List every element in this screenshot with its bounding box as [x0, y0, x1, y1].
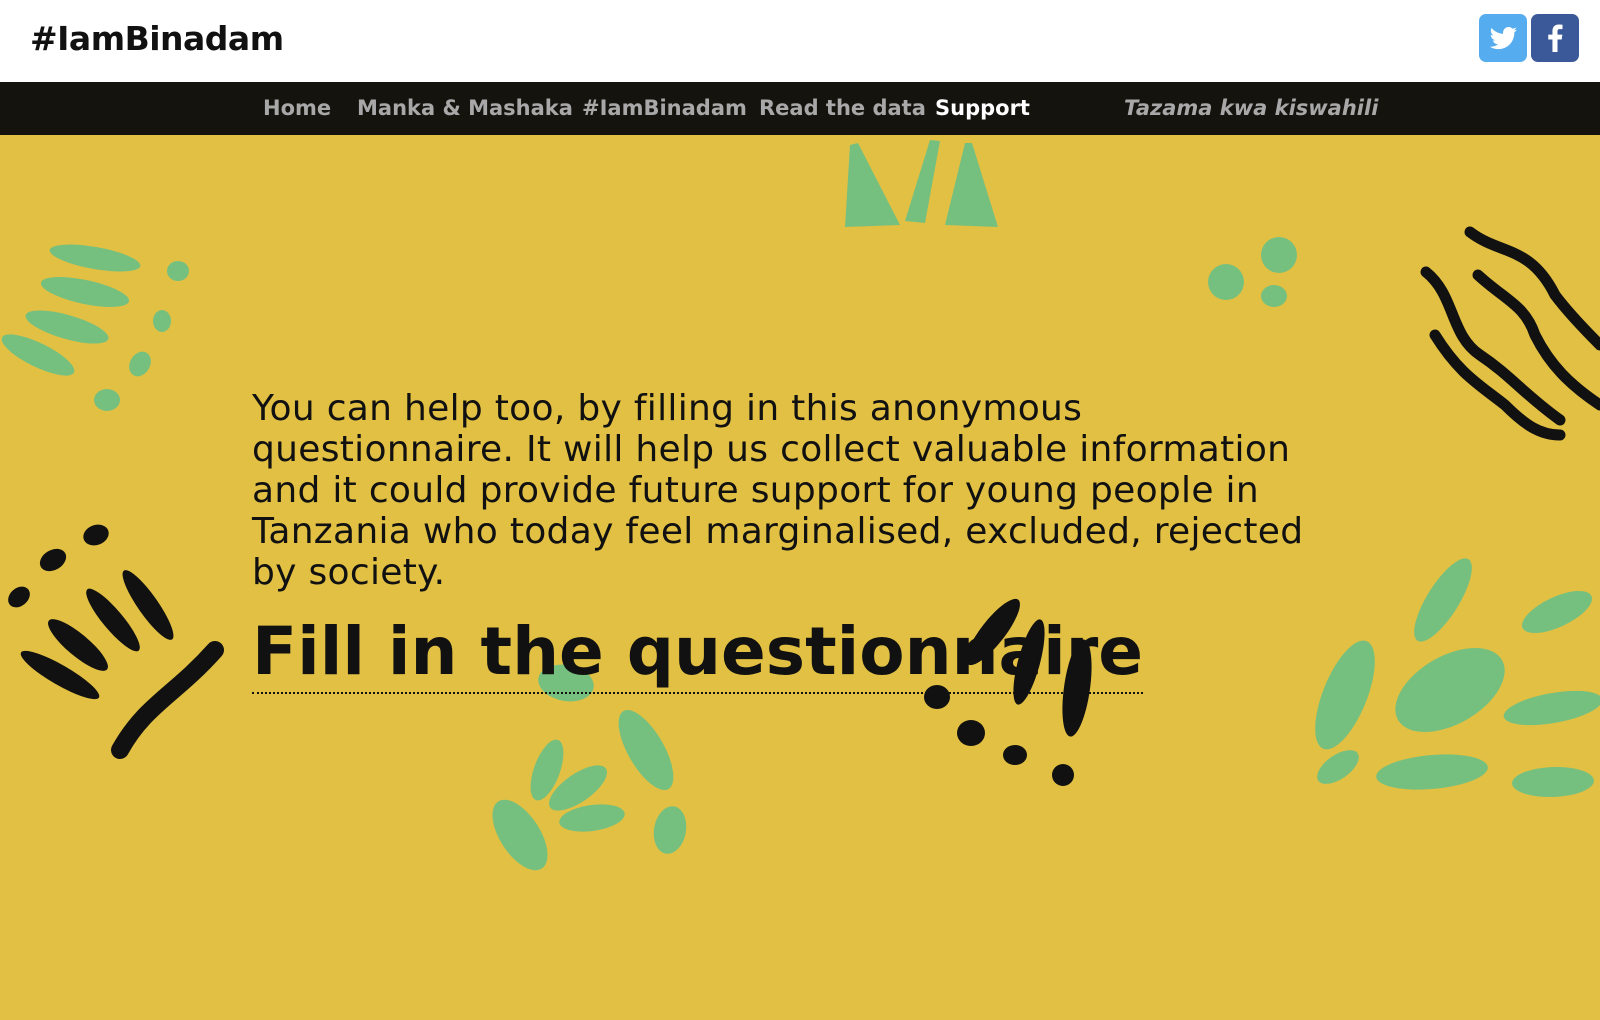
twitter-share-button[interactable] [1479, 14, 1527, 62]
nav-item-read-the-data[interactable]: Read the data [759, 82, 926, 135]
facebook-icon [1548, 24, 1563, 52]
nav-item-home[interactable]: Home [263, 82, 331, 135]
support-body-text: You can help too, by filling in this ano… [252, 388, 1304, 593]
top-header: #IamBinadam [0, 0, 1600, 82]
facebook-share-button[interactable] [1531, 14, 1579, 62]
support-hero: You can help too, by filling in this ano… [0, 135, 1600, 1020]
twitter-icon [1489, 26, 1518, 50]
nav-item-manka-mashaka[interactable]: Manka & Mashaka [357, 82, 573, 135]
nav-item-iambinadam[interactable]: #IamBinadam [582, 82, 747, 135]
main-navigation: Home Manka & Mashaka #IamBinadam Read th… [0, 82, 1600, 135]
site-logo[interactable]: #IamBinadam [30, 17, 284, 61]
language-switch-link[interactable]: Tazama kwa kiswahili [1124, 82, 1378, 135]
fill-questionnaire-link[interactable]: Fill in the questionnaire [252, 612, 1144, 694]
nav-item-support[interactable]: Support [935, 82, 1030, 135]
